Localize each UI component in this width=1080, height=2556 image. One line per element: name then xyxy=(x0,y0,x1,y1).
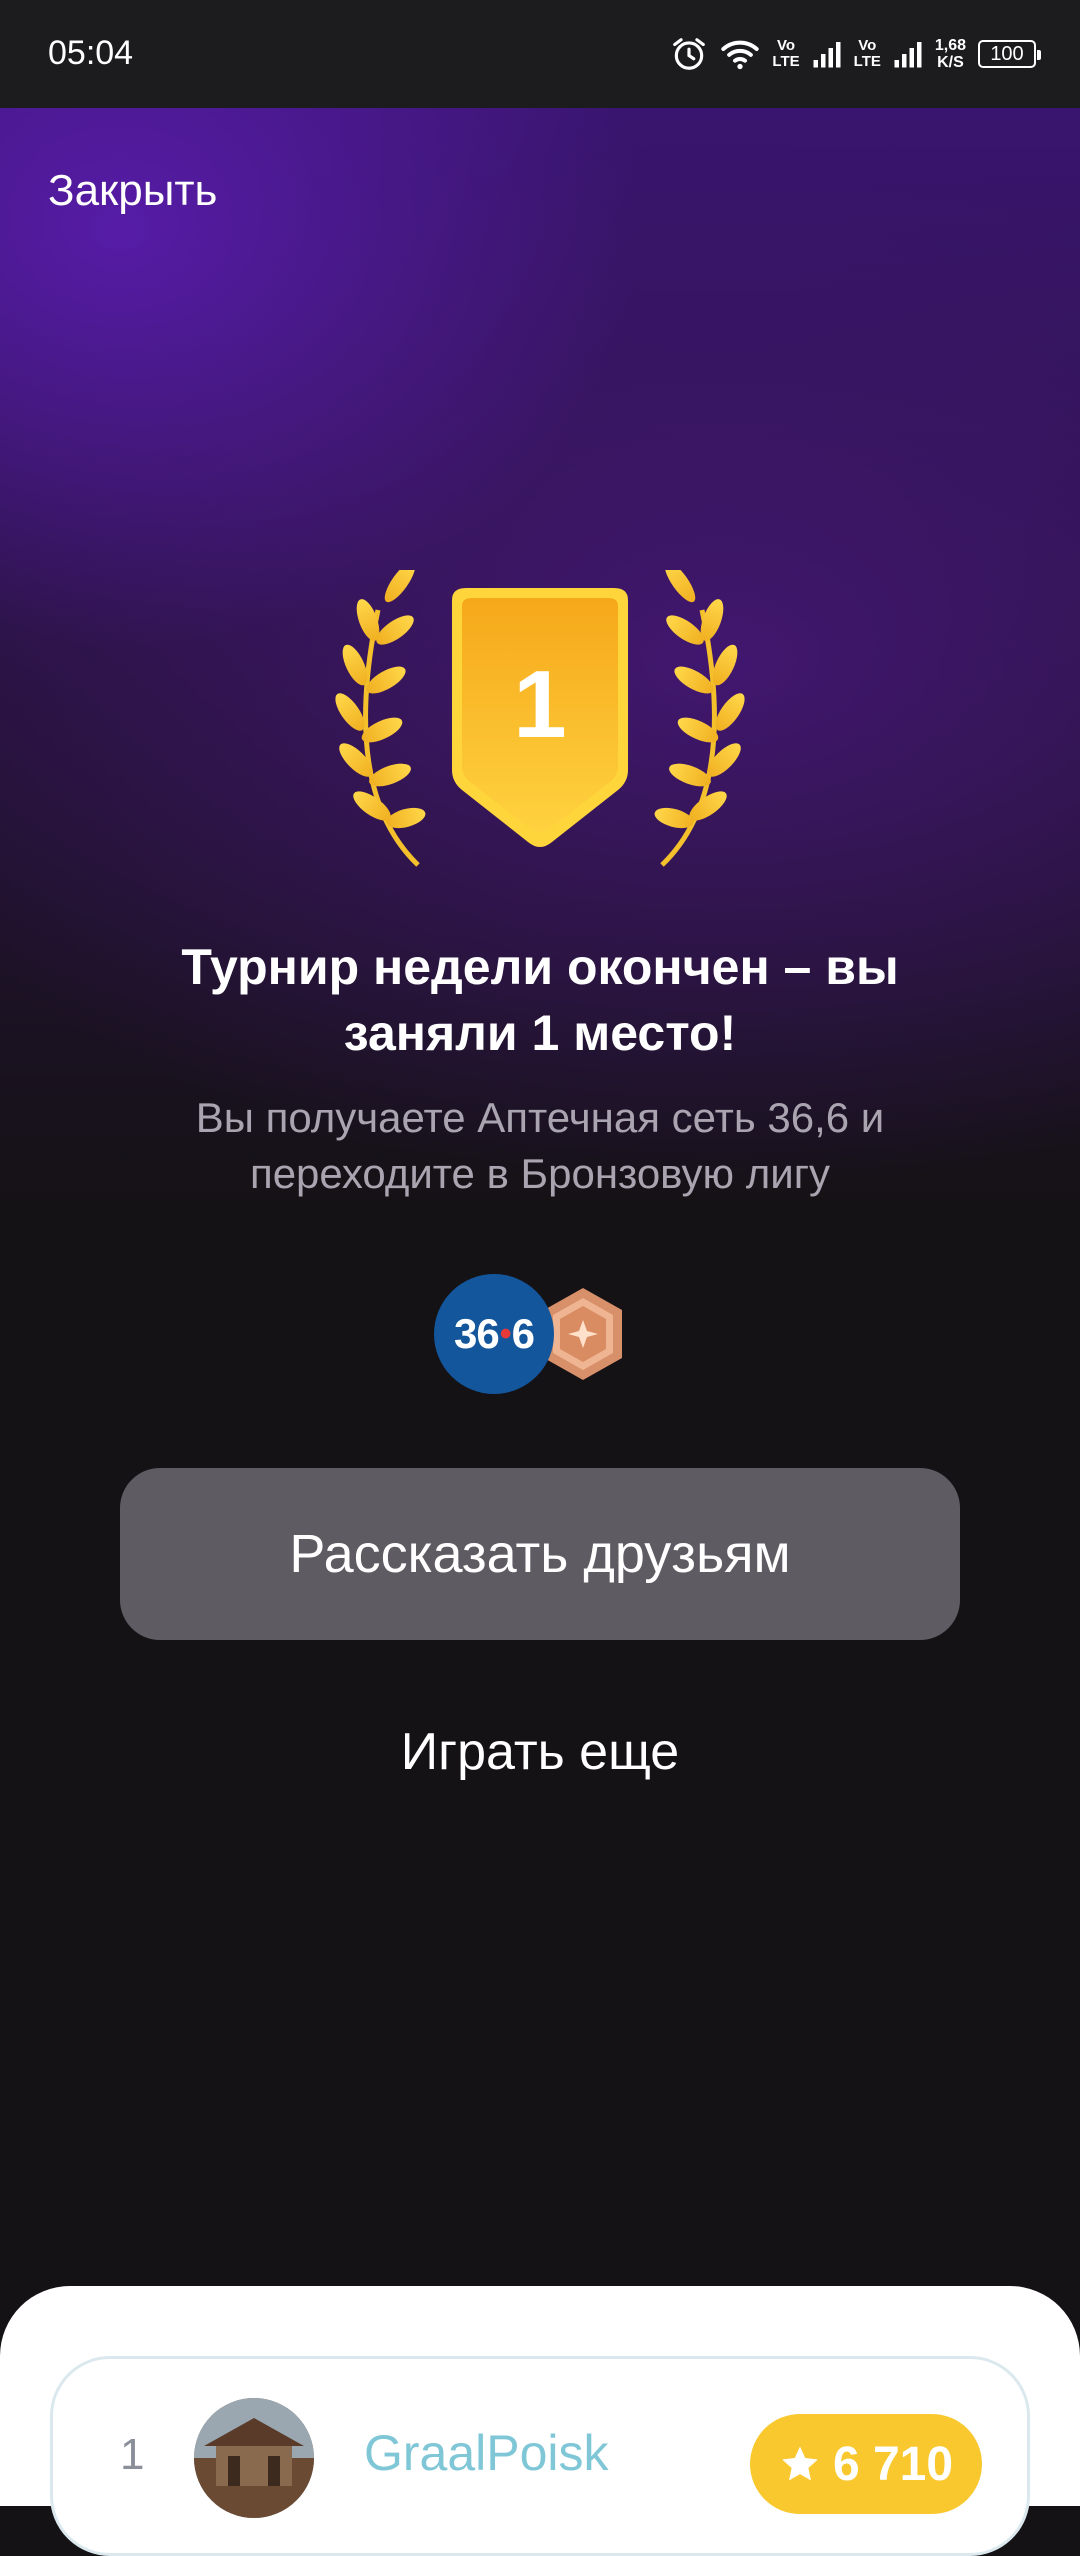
volte-indicator-1: Vo LTE xyxy=(772,37,800,70)
status-icons: Vo LTE Vo LTE 1,68 K/S 100 xyxy=(670,30,1041,78)
signal-icon xyxy=(812,39,842,69)
status-bar: 05:04 Vo LTE Vo LTE 1,68 K/S 100 xyxy=(0,0,1080,108)
score-value: 6 710 xyxy=(832,2437,954,2491)
close-button[interactable]: Закрыть xyxy=(48,166,217,216)
status-time: 05:04 xyxy=(48,34,134,72)
battery-level: 100 xyxy=(990,42,1024,65)
reward-logo-icon: 36 • 6 xyxy=(434,1274,554,1394)
leaderboard-rank: 1 xyxy=(120,2430,145,2479)
place-number: 1 xyxy=(513,651,567,758)
right-laurel-icon xyxy=(654,570,745,867)
left-laurel-icon xyxy=(335,570,426,867)
score-badge: 6 710 xyxy=(750,2414,982,2514)
signal-icon xyxy=(893,39,923,69)
star-icon xyxy=(782,2446,818,2481)
avatar xyxy=(194,2398,314,2518)
alarm-icon xyxy=(670,35,708,73)
share-with-friends-button[interactable]: Рассказать друзьям xyxy=(120,1468,960,1640)
player-name: GraalPoisk xyxy=(364,2425,609,2481)
network-speed: 1,68 K/S xyxy=(934,37,966,71)
result-subtitle: Вы получаете Аптечная сеть 36,6 и перехо… xyxy=(195,1094,885,1197)
wifi-icon xyxy=(720,36,760,72)
result-title: Турнир недели окончен – вы заняли 1 мест… xyxy=(181,939,899,1061)
battery-icon: 100 xyxy=(978,40,1041,68)
volte-indicator-2: Vo LTE xyxy=(853,37,881,70)
play-again-button[interactable]: Играть еще xyxy=(240,1722,840,1782)
